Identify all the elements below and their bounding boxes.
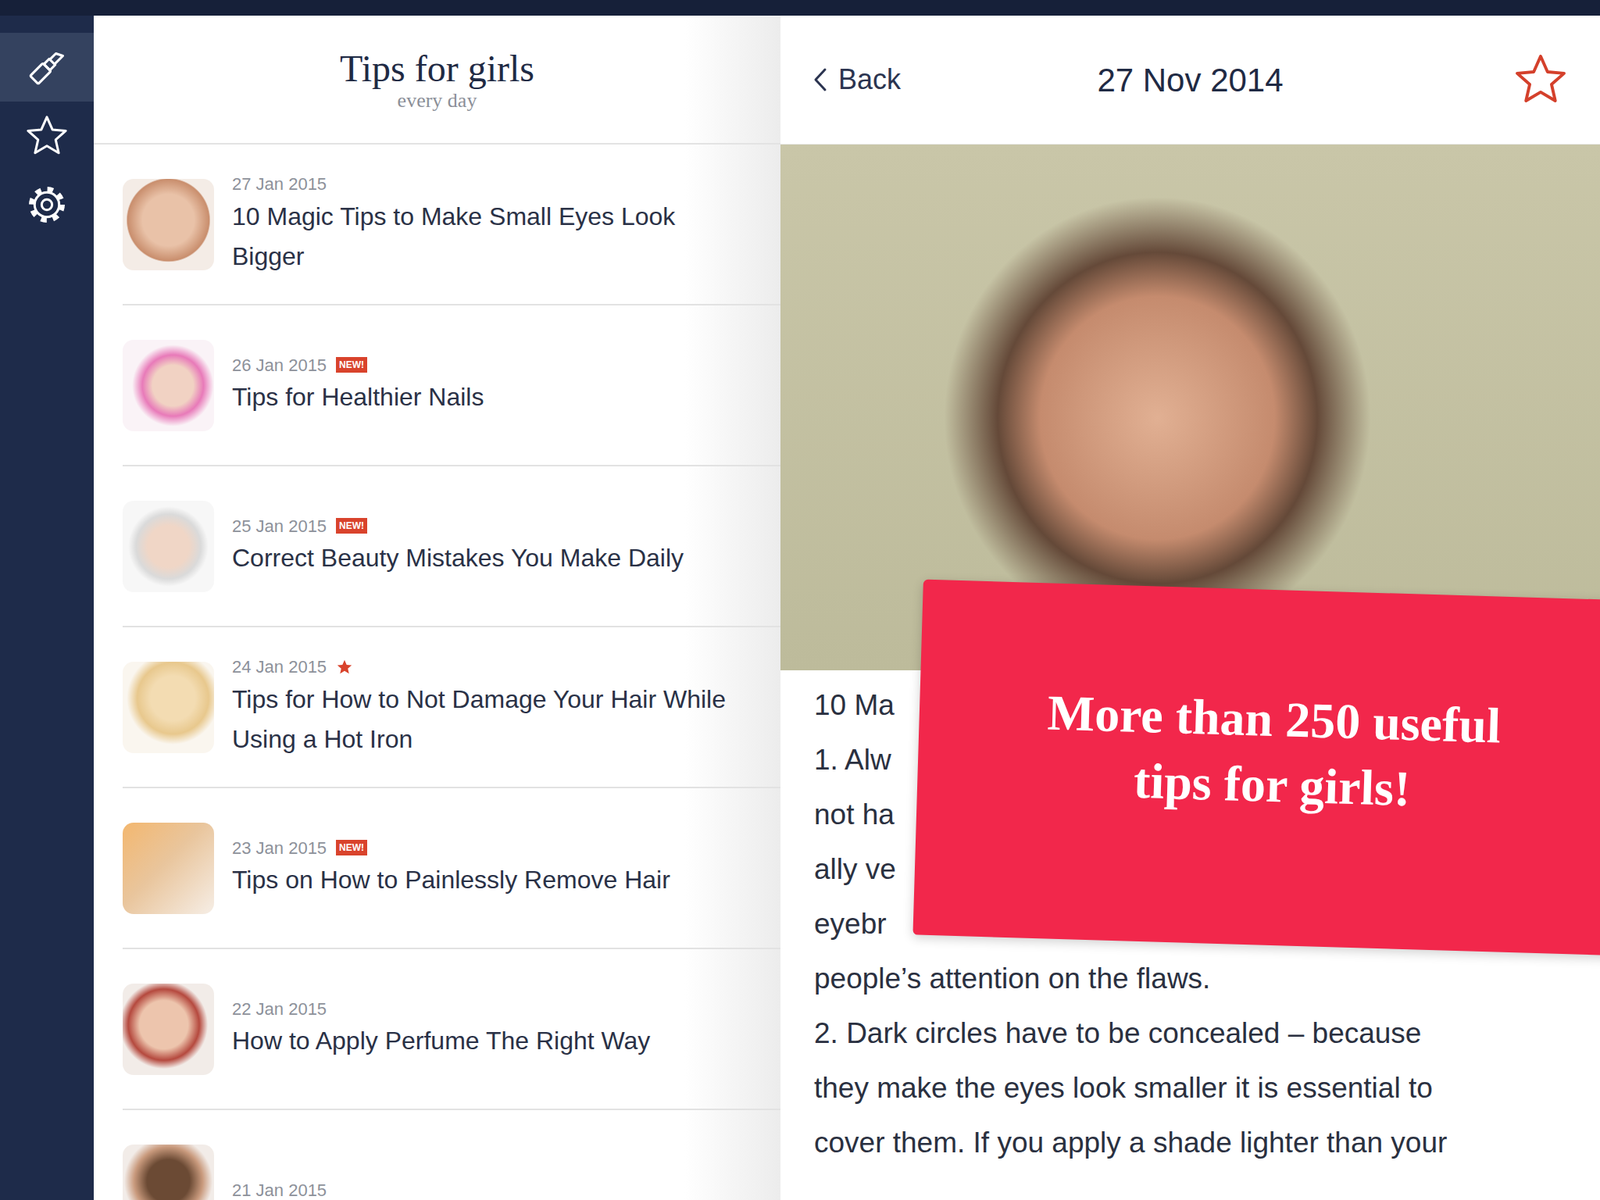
lipstick-icon [24,44,70,90]
article-line: 2. Dark circles have to be concealed – b… [814,1006,1577,1061]
sidebar-item[interactable] [0,32,94,102]
tip-thumbnail [122,178,215,271]
tip-row[interactable]: 24 Jan 2015Tips for How to Not Damage Yo… [122,627,781,789]
tip-thumbnail [122,822,215,915]
tip-row[interactable]: 21 Jan 2015 [122,1110,781,1200]
app-subtitle: every day [397,89,478,113]
tip-thumbnail [122,661,215,754]
chevron-left-icon [811,65,829,94]
tip-date: 23 Jan 2015 [232,835,327,861]
article-line: they make the eyes look smaller it is es… [814,1060,1577,1116]
favorite-marker [335,658,354,676]
tip-date: 22 Jan 2015 [232,996,327,1022]
gear-icon [24,182,70,228]
tip-row[interactable]: 22 Jan 2015How to Apply Perfume The Righ… [122,949,781,1111]
star-icon [24,113,70,159]
star-icon [335,658,354,676]
tip-title: Tips for How to Not Damage Your Hair Whi… [232,679,753,760]
article-date: 27 Nov 2014 [1096,55,1283,105]
tip-meta: 26 Jan 2015 NEW! [232,352,484,378]
tip-thumbnail [122,983,215,1075]
tip-title: Tips on How to Painlessly Remove Hair [232,860,671,900]
promo-card: More than 250 useful tips for girls! [912,579,1600,957]
tip-date: 21 Jan 2015 [232,1177,327,1200]
tip-thumbnail [122,1144,215,1200]
status-strip [0,0,1600,16]
tip-meta: 24 Jan 2015 [232,654,753,680]
tip-meta: 23 Jan 2015 NEW! [232,835,671,861]
new-badge: NEW! [335,517,368,534]
sidebar-item[interactable] [0,101,94,171]
tip-date: 26 Jan 2015 [232,352,327,379]
tip-title: Correct Beauty Mistakes You Make Daily [232,538,684,579]
tip-date: 24 Jan 2015 [232,653,327,680]
tip-date: 25 Jan 2015 [232,513,327,540]
favorite-star-icon[interactable] [1512,51,1569,108]
tip-thumbnail [122,500,215,593]
sidebar [0,15,94,1200]
tips-list-panel: Tips for girlsevery day27 Jan 201510 Mag… [93,15,781,1200]
tip-row[interactable]: 23 Jan 2015 NEW! Tips on How to Painlessly… [122,788,781,950]
tip-title: Tips for Healthier Nails [232,377,484,418]
new-badge: NEW! [335,839,368,856]
tip-meta: 22 Jan 2015 [232,996,650,1022]
tip-title: 10 Magic Tips to Make Small Eyes Look Bi… [232,196,753,277]
tip-meta: 21 Jan 2015 [232,1177,336,1200]
app-title: Tips for girls [339,46,535,90]
tip-row[interactable]: 26 Jan 2015 NEW! Tips for Healthier Nails [122,305,781,467]
tip-meta: 27 Jan 2015 [232,171,753,197]
tip-thumbnail [122,339,215,432]
article-line: people’s attention on the flaws. [814,951,1577,1007]
promo-text: More than 250 useful tips for girls! [1020,679,1525,856]
back-label: Back [838,58,901,101]
tip-row[interactable]: 27 Jan 201510 Magic Tips to Make Small E… [122,144,781,306]
sidebar-item[interactable] [0,170,94,240]
tip-title: How to Apply Perfume The Right Way [232,1021,650,1061]
article-line: cover them. If you apply a shade lighter… [814,1115,1577,1171]
list-header: Tips for girlsevery day [93,15,781,145]
back-button[interactable]: Back [811,58,1097,101]
article-header: Back 27 Nov 2014 [780,15,1600,145]
tip-row[interactable]: 25 Jan 2015 NEW! Correct Beauty Mistakes Y… [122,466,781,628]
new-badge: NEW! [335,357,368,373]
app-window: Tips for girlsevery day27 Jan 201510 Mag… [0,0,1600,1200]
tip-meta: 25 Jan 2015 NEW! [232,513,684,539]
tip-date: 27 Jan 2015 [232,171,327,197]
